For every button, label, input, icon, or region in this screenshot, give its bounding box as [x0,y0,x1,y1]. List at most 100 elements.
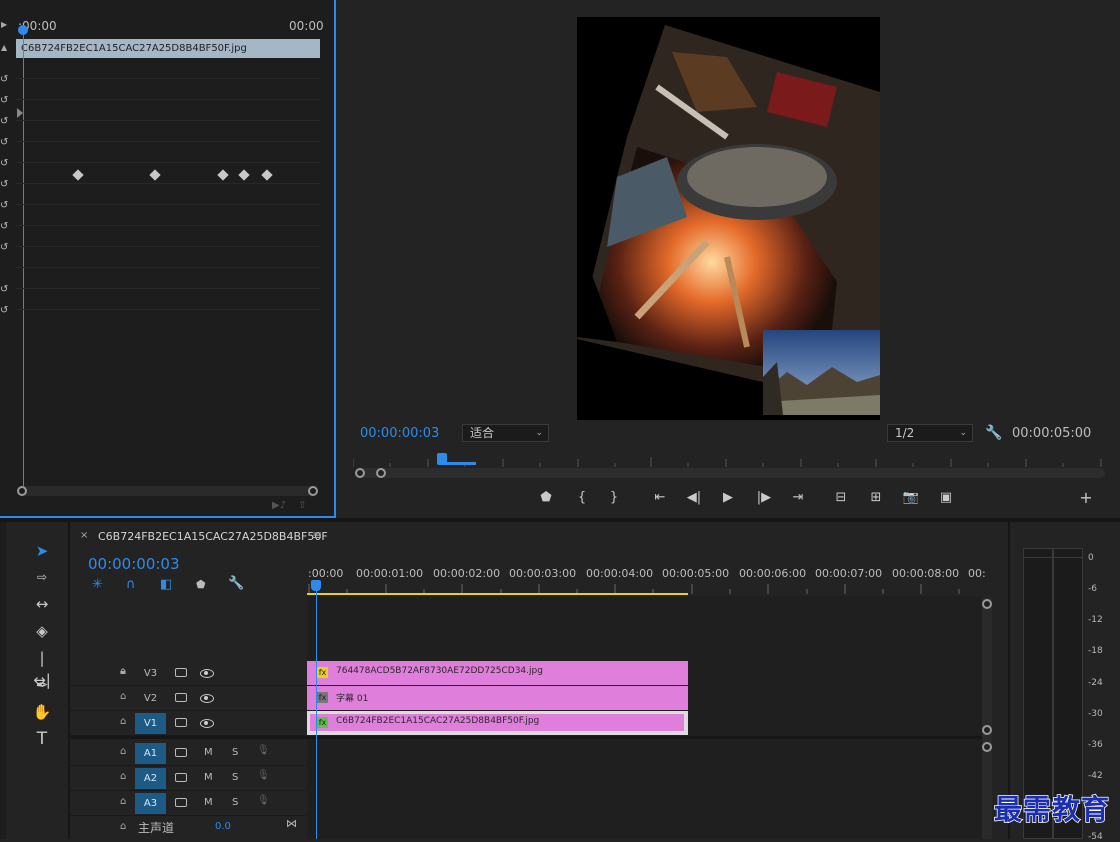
reset-icon[interactable]: ↺ [0,174,10,195]
reset-icon[interactable]: ↺ [0,300,10,321]
step-back-icon[interactable]: ◀| [684,488,704,508]
ec-playhead-marker[interactable] [18,25,28,35]
ruler-label: :00:00 [308,567,344,580]
reset-icon[interactable]: ↺ [0,237,10,258]
program-zoom-scrollbar[interactable] [355,468,1105,478]
mark-out-icon[interactable]: } [604,488,624,508]
reset-icon[interactable]: ↺ [0,195,10,216]
sync-lock-icon[interactable] [175,693,187,702]
resolution-dropdown[interactable]: 1/2 ⌄ [887,424,973,442]
scroll-handle-bottom[interactable] [982,725,992,735]
track-label-v1[interactable]: V1 [135,713,166,734]
track-label-a2[interactable]: A2 [135,768,166,789]
track-select-tool-icon[interactable]: ⇨ [31,566,53,588]
reset-icon[interactable]: ↺ [0,132,10,153]
vertical-scrollbar[interactable] [982,598,992,839]
go-to-end-icon[interactable]: ⋈ [286,817,297,830]
sync-lock-icon[interactable] [175,668,187,677]
eye-icon[interactable] [200,669,214,678]
lock-icon[interactable]: ⌂ [120,771,126,782]
track-label-a1[interactable]: A1 [135,743,166,764]
solo-button[interactable]: S [232,772,238,783]
type-tool-icon[interactable]: T [31,728,53,750]
wrench-icon[interactable]: 🔧 [985,425,1002,441]
mark-in-icon[interactable]: { [572,488,592,508]
lock-icon[interactable]: ⌂ [120,796,126,807]
lock-icon[interactable]: ⌂ [120,666,126,677]
export-frame-icon[interactable]: 📷 [901,488,921,508]
sync-lock-icon[interactable] [175,748,187,757]
timeline-timecode[interactable]: 00:00:00:03 [88,555,180,573]
ec-zoom-scrollbar[interactable] [18,486,318,496]
eye-icon[interactable] [200,719,214,728]
program-zoom-handle-right[interactable] [376,468,386,478]
lock-icon[interactable]: ⌂ [120,691,126,702]
go-to-out-icon[interactable]: ⇥ [788,488,808,508]
timeline-settings-icon[interactable]: 🔧 [228,576,244,591]
track-label-v2[interactable]: V2 [135,688,166,709]
track-label-v3[interactable]: V3 [135,663,166,684]
step-forward-icon[interactable]: |▶ [754,488,774,508]
program-zoom-handle-left[interactable] [355,468,365,478]
scroll-handle-top[interactable] [982,599,992,609]
ripple-edit-tool-icon[interactable]: ↔ [31,593,53,615]
hand-tool-icon[interactable]: ✋ [31,701,53,723]
work-area-bar[interactable] [307,593,688,595]
linked-selection-icon[interactable]: ◧ [160,577,172,592]
selection-tool-icon[interactable]: ➤ [31,540,53,562]
solo-button[interactable]: S [232,747,238,758]
reset-icon[interactable]: ↺ [0,216,10,237]
lift-icon[interactable]: ⊟ [831,488,851,508]
panel-menu-icon[interactable]: ≡ [312,528,322,542]
lock-icon[interactable]: ⌂ [120,821,126,832]
export-icon[interactable]: ⇧ [298,500,306,511]
ec-collapse-arrow[interactable]: ▶ [1,20,7,29]
razor-tool-icon[interactable]: ◈ [31,620,53,642]
add-marker-icon[interactable]: ⬟ [536,488,556,508]
reset-icon[interactable]: ↺ [0,153,10,174]
microphone-icon[interactable]: 🎙︎ [257,745,270,756]
master-volume-value[interactable]: 0.0 [215,821,231,832]
lock-icon[interactable]: ⌂ [120,716,126,727]
db-label: -54 [1088,832,1103,842]
go-to-in-icon[interactable]: ⇤ [650,488,670,508]
program-mini-ruler[interactable] [353,455,1103,467]
snap-nested-icon[interactable]: ✳ [92,577,103,592]
ec-zoom-handle-left[interactable] [17,486,27,496]
sync-lock-icon[interactable] [175,798,187,807]
mute-button[interactable]: M [204,797,213,808]
reset-icon[interactable]: ↺ [0,90,10,111]
slip-tool-icon[interactable]: |↔| [31,647,53,689]
eye-icon[interactable] [200,694,214,703]
add-marker-icon[interactable]: ⬟ [196,578,206,591]
comparison-view-icon[interactable]: ▣ [936,488,956,508]
microphone-icon[interactable]: 🎙︎ [257,795,270,806]
snap-magnet-icon[interactable]: ∩ [126,577,136,592]
sequence-tab[interactable]: C6B724FB2EC1A15CAC27A25D8B4BF50F [98,530,328,543]
ec-zoom-handle-right[interactable] [308,486,318,496]
lock-icon[interactable]: ⌂ [120,746,126,757]
track-label-a3[interactable]: A3 [135,793,166,814]
extract-icon[interactable]: ⊞ [866,488,886,508]
microphone-icon[interactable]: 🎙︎ [257,770,270,781]
solo-button[interactable]: S [232,797,238,808]
add-button-icon[interactable]: + [1076,488,1096,508]
program-current-time[interactable]: 00:00:00:03 [360,426,439,441]
reset-icon[interactable]: ↺ [0,111,10,132]
pen-tool-icon[interactable]: ✒ [31,674,53,696]
ec-expand-arrow[interactable]: ▲ [1,43,7,52]
play-icon[interactable]: ▶ [718,488,738,508]
timeline-clip-v3[interactable]: fx 764478ACD5B72AF8730AE72DD725CD34.jpg [307,661,688,685]
fit-dropdown[interactable]: 适合 ⌄ [462,424,549,442]
timeline-clip-v2[interactable]: fx 字幕 01 [307,686,688,710]
scroll-handle-audio[interactable] [982,742,992,752]
mute-button[interactable]: M [204,747,213,758]
sync-lock-icon[interactable] [175,718,187,727]
mute-button[interactable]: M [204,772,213,783]
play-audio-icon[interactable]: ▶♪ [272,500,286,511]
reset-icon[interactable]: ↺ [0,69,10,90]
sync-lock-icon[interactable] [175,773,187,782]
timeline-clip-v1[interactable]: fx C6B724FB2EC1A15CAC27A25D8B4BF50F.jpg [307,711,688,735]
close-icon[interactable]: × [80,530,88,541]
reset-icon[interactable]: ↺ [0,279,10,300]
